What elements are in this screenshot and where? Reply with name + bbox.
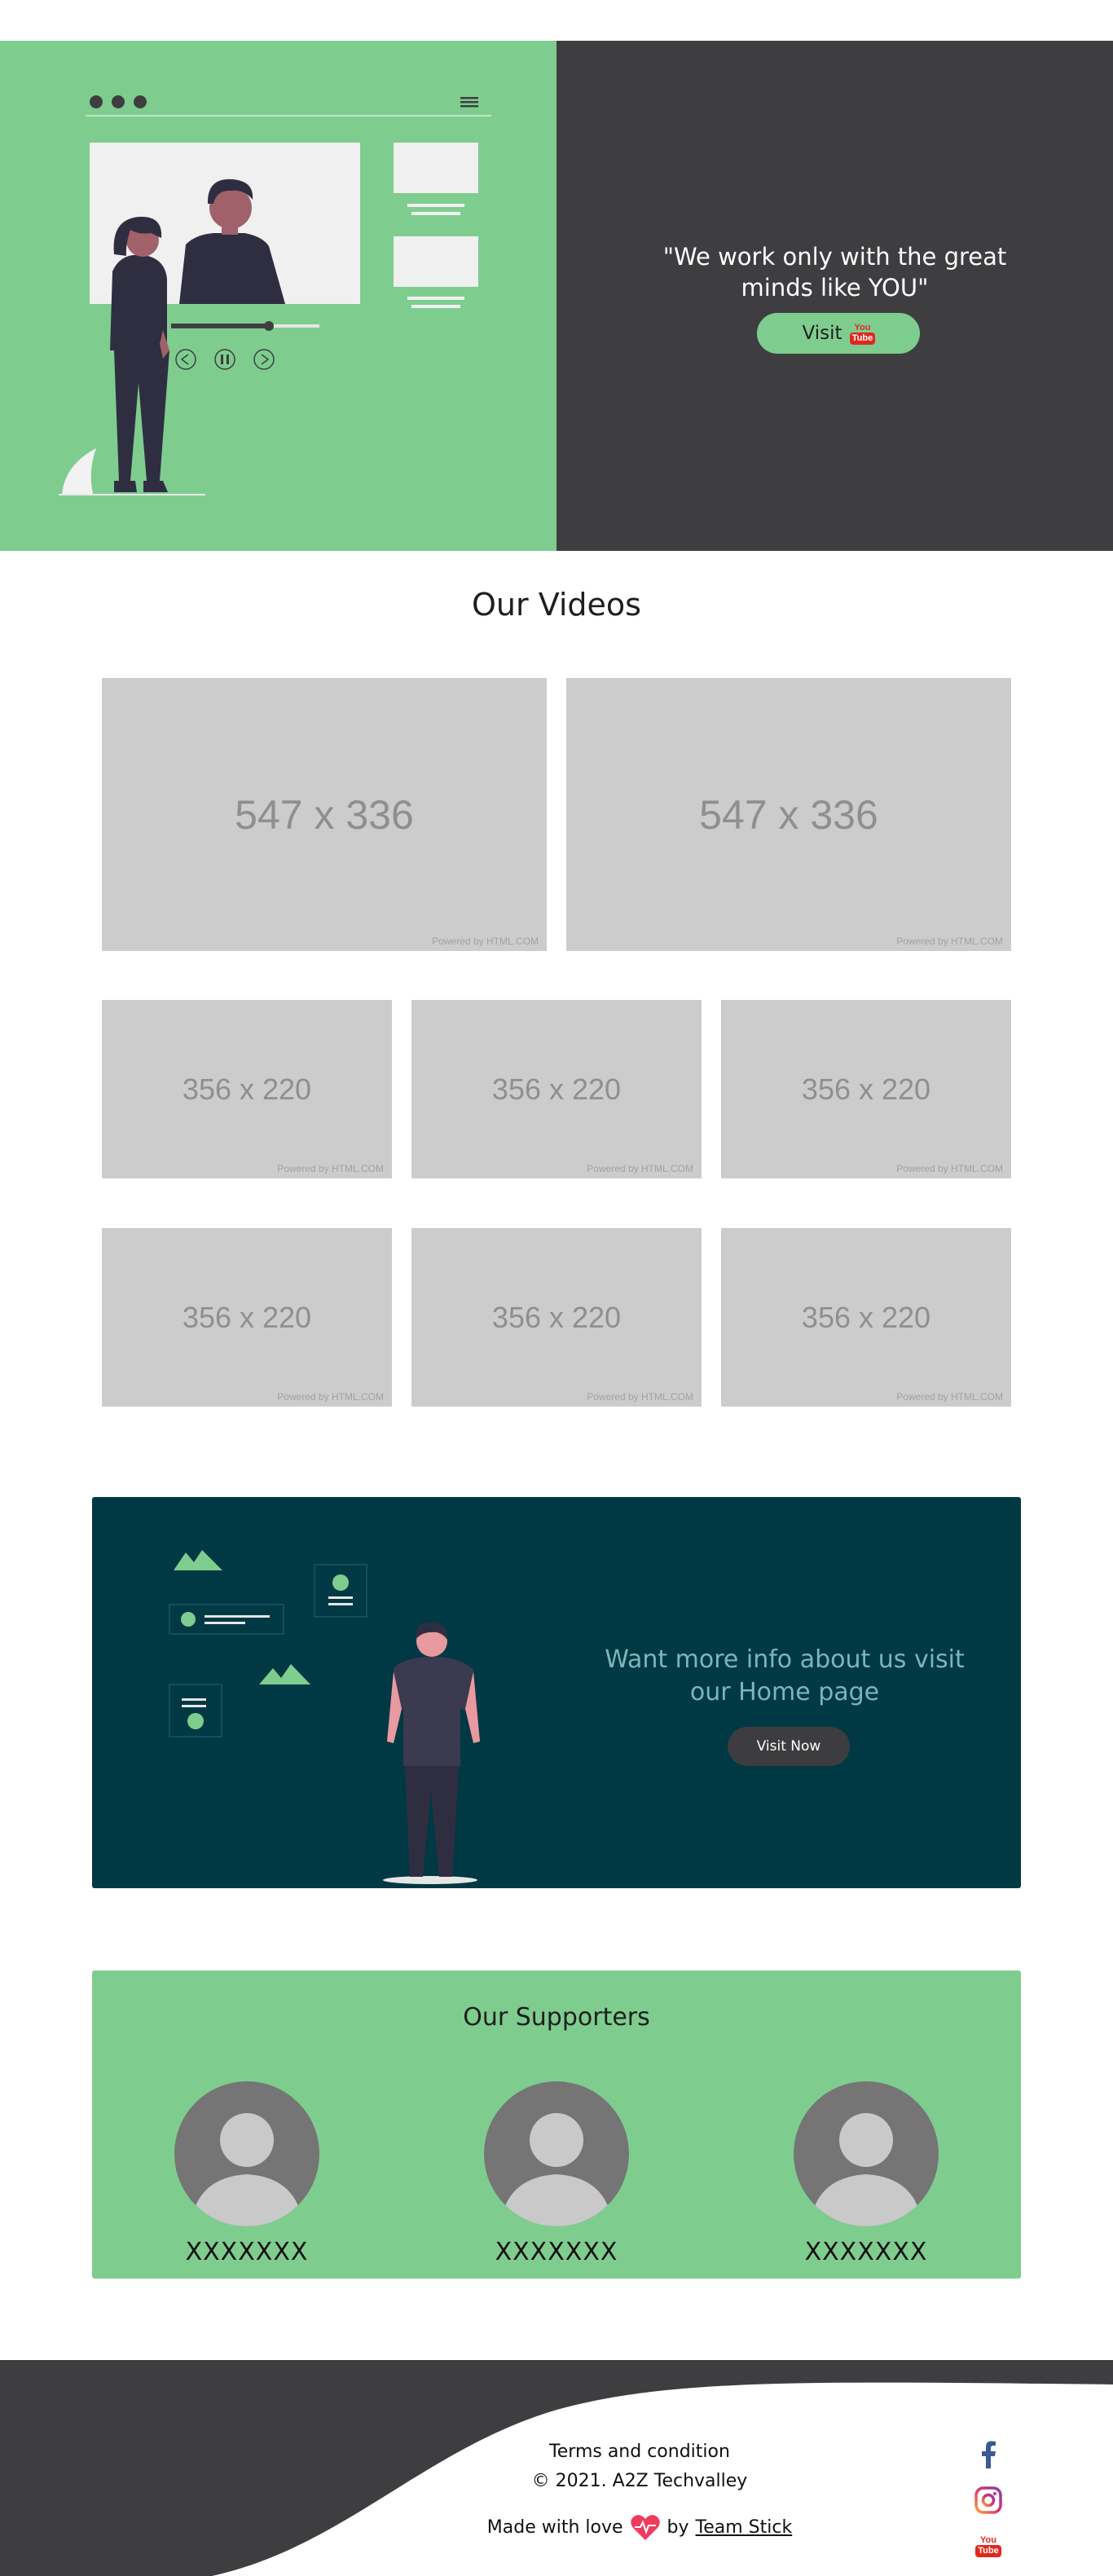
terms-link[interactable]: Terms and condition [456, 2442, 823, 2471]
footer: Terms and condition © 2021. A2Z Techvall… [0, 2360, 1113, 2576]
supporter-card: XXXXXXX [793, 2081, 939, 2266]
person-illustration [169, 1550, 480, 1884]
visit-label: Visit [802, 323, 842, 344]
placeholder-size-label: 356 x 220 [491, 1072, 622, 1106]
video-placeholder-small[interactable]: 356 x 220 Powered by HTML.COM [411, 1228, 702, 1407]
youtube-icon: You Tube [849, 319, 876, 347]
made-with-text: Made with love [486, 2517, 623, 2538]
powered-by-label: Powered by HTML.COM [277, 1391, 384, 1402]
powered-by-label: Powered by HTML.COM [587, 1163, 693, 1174]
video-placeholder-small[interactable]: 356 x 220 Powered by HTML.COM [721, 1228, 1011, 1407]
avatar-placeholder-icon [794, 2081, 939, 2226]
supporters-title: Our Supporters [463, 2003, 650, 2032]
supporter-card: XXXXXXX [483, 2081, 630, 2266]
placeholder-size-label: 547 x 336 [235, 791, 414, 838]
powered-by-label: Powered by HTML.COM [587, 1391, 693, 1402]
facebook-icon[interactable] [974, 2440, 1003, 2469]
avatar-placeholder-icon [484, 2081, 629, 2226]
team-stick-link[interactable]: Team Stick [696, 2517, 793, 2538]
video-placeholder-small[interactable]: 356 x 220 Powered by HTML.COM [411, 1000, 702, 1178]
info-text: Want more info about us visit our Home p… [605, 1645, 965, 1706]
powered-by-label: Powered by HTML.COM [896, 1391, 1003, 1402]
hero-illustration-panel [0, 41, 556, 551]
instagram-icon[interactable] [974, 2486, 1003, 2515]
made-with-love: Made with love by Team Stick [456, 2513, 823, 2541]
video-call-illustration [59, 95, 491, 495]
placeholder-size-label: 356 x 220 [801, 1072, 931, 1106]
info-banner: Want more info about us visit our Home p… [92, 1497, 1021, 1888]
powered-by-label: Powered by HTML.COM [432, 936, 539, 947]
hero-section: "We work only with the great minds like … [0, 41, 1113, 551]
video-placeholder-small[interactable]: 356 x 220 Powered by HTML.COM [102, 1000, 392, 1178]
placeholder-size-label: 356 x 220 [182, 1300, 312, 1334]
supporter-card: XXXXXXX [174, 2081, 320, 2266]
copyright-text: © 2021. A2Z Techvalley [531, 2471, 748, 2491]
video-placeholder-large[interactable]: 547 x 336 Powered by HTML.COM [566, 678, 1011, 951]
visit-youtube-button[interactable]: Visit You Tube [757, 313, 920, 354]
powered-by-label: Powered by HTML.COM [896, 1163, 1003, 1174]
by-text: by [666, 2517, 689, 2538]
supporters-section: Our Supporters XXXXXXX XXXXXXX XXXXXXX [92, 1971, 1021, 2279]
video-placeholder-small[interactable]: 356 x 220 Powered by HTML.COM [102, 1228, 392, 1407]
video-placeholder-small[interactable]: 356 x 220 Powered by HTML.COM [721, 1000, 1011, 1178]
placeholder-size-label: 547 x 336 [699, 791, 878, 838]
video-placeholder-large[interactable]: 547 x 336 Powered by HTML.COM [102, 678, 547, 951]
powered-by-label: Powered by HTML.COM [896, 936, 1003, 947]
avatar-placeholder-icon [174, 2081, 319, 2226]
placeholder-size-label: 356 x 220 [491, 1300, 622, 1334]
videos-title: Our Videos [472, 587, 641, 623]
hero-quote-panel: "We work only with the great minds like … [556, 41, 1113, 551]
powered-by-label: Powered by HTML.COM [277, 1163, 384, 1174]
footer-info: Terms and condition © 2021. A2Z Techvall… [456, 2442, 823, 2541]
supporter-name: XXXXXXX [495, 2238, 618, 2266]
placeholder-size-label: 356 x 220 [182, 1072, 312, 1106]
supporter-name: XXXXXXX [185, 2238, 309, 2266]
hero-quote: "We work only with the great minds like … [662, 243, 1007, 302]
placeholder-size-label: 356 x 220 [801, 1300, 931, 1334]
visit-now-button[interactable]: Visit Now [728, 1727, 850, 1766]
supporter-name: XXXXXXX [804, 2238, 928, 2266]
youtube-icon[interactable]: You Tube [974, 2531, 1003, 2561]
heart-pulse-icon [630, 2515, 660, 2540]
